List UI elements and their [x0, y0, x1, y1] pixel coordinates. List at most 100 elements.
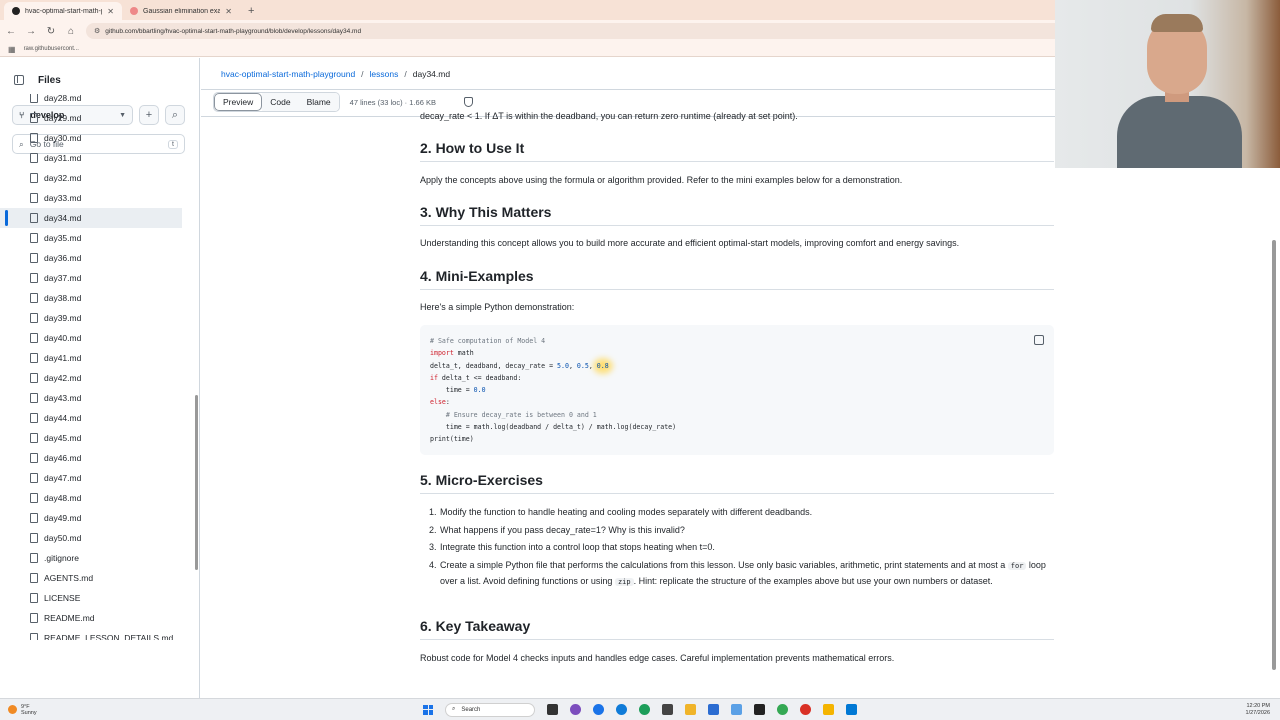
heading-key-takeaway: 6. Key Takeaway: [420, 618, 531, 634]
code-number-highlighted: 0.8: [596, 361, 609, 370]
snipping-icon[interactable]: [731, 704, 742, 715]
file-icon: [30, 293, 38, 303]
apps-icon[interactable]: ▦: [8, 45, 16, 54]
sidebar-item-file[interactable]: day42.md: [0, 368, 192, 388]
task-view-icon[interactable]: [547, 704, 558, 715]
breadcrumb-folder[interactable]: lessons: [370, 69, 399, 79]
browser-tab[interactable]: Gaussian elimination example ✕: [122, 2, 240, 20]
app-icon[interactable]: [570, 704, 581, 715]
breadcrumb: hvac-optimal-start-math-playground / les…: [221, 66, 450, 82]
close-icon[interactable]: ✕: [107, 7, 114, 16]
app-icon[interactable]: [777, 704, 788, 715]
sidebar-item-file[interactable]: .gitignore: [0, 548, 192, 568]
clock-date: 1/27/2026: [1245, 709, 1270, 716]
sidebar-item-label: day44.md: [44, 413, 82, 423]
tab-code[interactable]: Code: [262, 93, 299, 111]
sidebar-item-file[interactable]: LICENSE: [0, 588, 192, 608]
sidebar-item-file[interactable]: day34.md: [0, 208, 182, 228]
page-scrollbar[interactable]: [1272, 240, 1276, 670]
tab-preview[interactable]: Preview: [214, 93, 263, 111]
back-icon[interactable]: ←: [6, 26, 16, 37]
list-text-part: Create a simple Python file that perform…: [440, 559, 1008, 570]
sidebar-item-file[interactable]: day43.md: [0, 388, 192, 408]
sidebar-item-label: day34.md: [44, 213, 82, 223]
weather-widget[interactable]: 9°F Sunny: [0, 704, 200, 716]
copy-icon[interactable]: [1034, 335, 1044, 345]
new-tab-button[interactable]: +: [240, 2, 262, 20]
code-line: else:: [430, 396, 1044, 408]
breadcrumb-repo[interactable]: hvac-optimal-start-math-playground: [221, 69, 355, 79]
code-text: time =: [430, 386, 474, 395]
sidebar-item-label: day49.md: [44, 513, 82, 523]
collapse-panel-icon[interactable]: [14, 75, 24, 85]
sidebar-item-file[interactable]: day29.md: [0, 108, 192, 128]
list-text: Create a simple Python file that perform…: [440, 558, 1054, 590]
sidebar-item-label: day30.md: [44, 133, 82, 143]
close-icon[interactable]: ✕: [225, 7, 232, 16]
sidebar-item-file[interactable]: day38.md: [0, 288, 192, 308]
file-icon: [30, 233, 38, 243]
list-number: 1.: [429, 507, 437, 517]
sidebar-item-file[interactable]: day46.md: [0, 448, 192, 468]
sidebar-item-file[interactable]: day44.md: [0, 408, 192, 428]
files-title: Files: [38, 74, 61, 86]
taskbar-search[interactable]: ⌕ Search: [445, 702, 535, 717]
app-icon[interactable]: [754, 704, 765, 715]
windows-start-icon[interactable]: [423, 704, 433, 715]
sidebar-item-file[interactable]: AGENTS.md: [0, 568, 192, 588]
file-icon: [30, 273, 38, 283]
tab-blame[interactable]: Blame: [298, 93, 339, 111]
sidebar-item-file[interactable]: day36.md: [0, 248, 192, 268]
sidebar-item-file[interactable]: README_LESSON_DETAILS.md: [0, 628, 192, 640]
file-icon: [30, 133, 38, 143]
copilot-icon[interactable]: [463, 97, 473, 107]
sidebar-item-file[interactable]: day37.md: [0, 268, 192, 288]
sidebar-item-label: day32.md: [44, 173, 82, 183]
sidebar-item-file[interactable]: day47.md: [0, 468, 192, 488]
sidebar-item-file[interactable]: day31.md: [0, 148, 192, 168]
sidebar-item-file[interactable]: day49.md: [0, 508, 192, 528]
sidebar-item-file[interactable]: day35.md: [0, 228, 192, 248]
sidebar-item-file[interactable]: README.md: [0, 608, 192, 628]
paragraph-key: Robust code for Model 4 checks inputs an…: [420, 653, 895, 663]
url-input[interactable]: ⚙ github.com/bbartling/hvac-optimal-star…: [86, 23, 1136, 39]
sidebar-item-file[interactable]: day30.md: [0, 128, 192, 148]
clock[interactable]: 12:20 PM 1/27/2026: [1246, 703, 1280, 717]
file-icon: [30, 333, 38, 343]
code-line: print(time): [430, 435, 474, 444]
list-item: 1. Modify the function to handle heating …: [420, 505, 1054, 520]
terminal-icon[interactable]: [662, 704, 673, 715]
home-icon[interactable]: ⌂: [66, 26, 76, 37]
site-info-icon[interactable]: ⚙: [94, 27, 100, 35]
file-icon: [30, 533, 38, 543]
code-block[interactable]: # Safe computation of Model 4 import mat…: [420, 325, 1054, 455]
sidebar-item-file[interactable]: day45.md: [0, 428, 192, 448]
sidebar-item-label: day35.md: [44, 233, 82, 243]
sidebar-item-file[interactable]: day28.md: [0, 94, 192, 108]
code-text: :: [445, 398, 450, 407]
sidebar-item-file[interactable]: day39.md: [0, 308, 192, 328]
sidebar-item-file[interactable]: day41.md: [0, 348, 192, 368]
sidebar-item-file[interactable]: day48.md: [0, 488, 192, 508]
app-icon[interactable]: [823, 704, 834, 715]
list-number: 2.: [429, 524, 437, 535]
folder-icon[interactable]: [685, 704, 696, 715]
sidebar-item-file[interactable]: day50.md: [0, 528, 192, 548]
bookmark-item[interactable]: raw.githubusercont...: [24, 46, 79, 52]
sidebar-item-file[interactable]: day33.md: [0, 188, 192, 208]
browser-tab-active[interactable]: hvac-optimal-start-math-playg ✕: [4, 2, 122, 20]
reload-icon[interactable]: ↻: [46, 26, 56, 37]
person-shirt: [1117, 96, 1242, 168]
edge-icon[interactable]: [616, 704, 627, 715]
browser-icon[interactable]: [639, 704, 650, 715]
paragraph-why: Understanding this concept allows you to…: [420, 238, 960, 248]
notepad-icon[interactable]: [708, 704, 719, 715]
forward-icon[interactable]: →: [26, 26, 36, 37]
app-icon[interactable]: [800, 704, 811, 715]
vscode-icon[interactable]: [846, 704, 857, 715]
chrome-icon[interactable]: [593, 704, 604, 715]
sidebar-item-file[interactable]: day32.md: [0, 168, 192, 188]
sidebar-item-file[interactable]: day40.md: [0, 328, 192, 348]
sidebar-scrollbar[interactable]: [195, 395, 198, 570]
code-line: delta_t, deadband, decay_rate = 5.0, 0.5…: [430, 360, 1044, 372]
